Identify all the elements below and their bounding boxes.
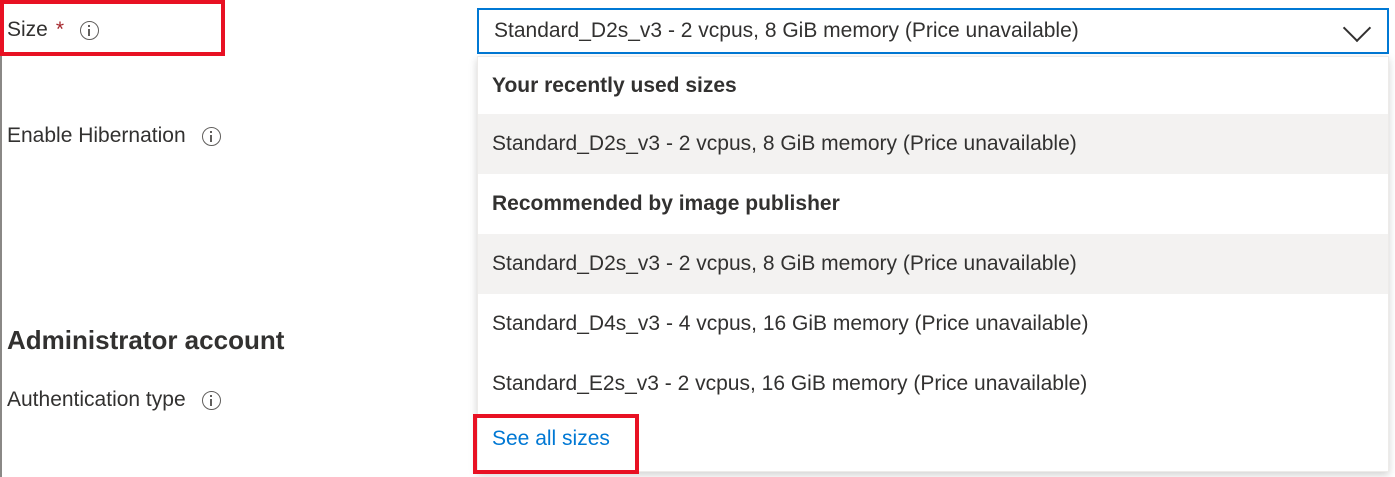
info-icon[interactable] [201, 126, 221, 146]
option-label: Standard_D2s_v3 - 2 vcpus, 8 GiB memory … [492, 132, 1077, 155]
hibernation-label: Enable Hibernation [7, 124, 186, 147]
dropdown-option[interactable]: Standard_D4s_v3 - 4 vcpus, 16 GiB memory… [478, 294, 1388, 354]
dropdown-option[interactable]: Standard_D2s_v3 - 2 vcpus, 8 GiB memory … [478, 234, 1388, 294]
size-select-value: Standard_D2s_v3 - 2 vcpus, 8 GiB memory … [494, 19, 1079, 42]
dropdown-option[interactable]: Standard_E2s_v3 - 2 vcpus, 16 GiB memory… [478, 354, 1388, 414]
chevron-down-icon[interactable] [1342, 13, 1372, 43]
auth-type-label: Authentication type [7, 388, 186, 411]
size-label-highlight [0, 0, 225, 56]
admin-account-heading: Administrator account [7, 325, 285, 355]
recommended-header: Recommended by image publisher [492, 192, 840, 215]
auth-type-label-row: Authentication type [7, 388, 221, 412]
left-border [0, 0, 2, 477]
info-icon[interactable] [201, 390, 221, 410]
hibernation-label-row: Enable Hibernation [7, 124, 221, 148]
see-all-highlight [473, 414, 639, 474]
size-select[interactable]: Standard_D2s_v3 - 2 vcpus, 8 GiB memory … [477, 8, 1389, 54]
option-label: Standard_D4s_v3 - 4 vcpus, 16 GiB memory… [492, 312, 1089, 335]
size-dropdown: Your recently used sizes Standard_D2s_v3… [477, 56, 1389, 472]
dropdown-option[interactable]: Standard_D2s_v3 - 2 vcpus, 8 GiB memory … [478, 114, 1388, 174]
recent-sizes-header: Your recently used sizes [492, 74, 737, 97]
option-label: Standard_D2s_v3 - 2 vcpus, 8 GiB memory … [492, 252, 1077, 275]
option-label: Standard_E2s_v3 - 2 vcpus, 16 GiB memory… [492, 372, 1088, 395]
